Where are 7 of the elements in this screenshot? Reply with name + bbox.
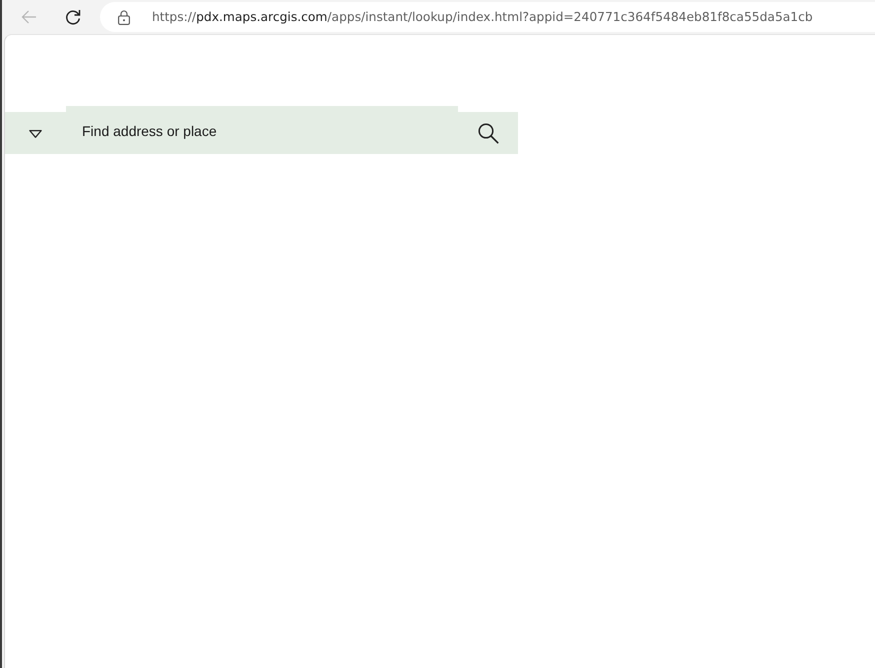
address-bar[interactable]: https://pdx.maps.arcgis.com/apps/instant/lookup/index.html?appid=240771c364f5484eb81f8ca55da5a1cb	[100, 2, 875, 32]
search-icon	[478, 122, 498, 144]
url-text: https://pdx.maps.arcgis.com/apps/instant/lookup/index.html?appid=240771c364f5484eb81f8ca55da5a1cb	[152, 10, 813, 24]
reload-icon	[65, 8, 81, 26]
lock-icon	[118, 10, 130, 24]
back-arrow-icon	[21, 10, 37, 24]
caret-icon	[29, 130, 42, 138]
